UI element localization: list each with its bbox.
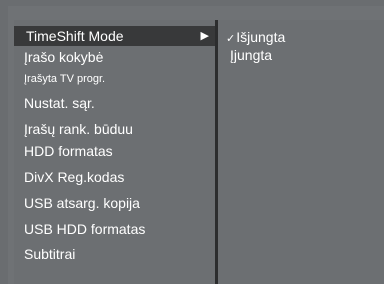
menu-item-hdd-format[interactable]: HDD formatas [24, 140, 215, 162]
submenu-option-on[interactable]: Įjungta [230, 46, 272, 64]
menu-item-usb-hdd-format[interactable]: USB HDD formatas [24, 218, 215, 240]
submenu-option-label: Įjungta [230, 47, 273, 63]
arrow-right-icon: ▶ [200, 30, 209, 42]
menu-item-subtitles[interactable]: Subtitrai [24, 243, 215, 265]
submenu-option-label: Išjungta [236, 29, 286, 45]
submenu-option-off[interactable]: ✓Išjungta [226, 28, 285, 48]
menu-item-divx-reg[interactable]: DivX Reg.kodas [24, 166, 215, 188]
checkmark-icon: ✓ [226, 33, 236, 45]
menu-item-manual-record[interactable]: Įrašų rank. būduu [24, 118, 215, 140]
menu-item-recorded-tv[interactable]: Įrašyta TV progr. [24, 68, 215, 90]
menu-item-channel-list[interactable]: Nustat. sąr. [24, 92, 215, 114]
menu-item-usb-backup[interactable]: USB atsarg. kopija [24, 192, 215, 214]
menu-item-label: TimeShift Mode [26, 28, 124, 44]
menu-item-timeshift-mode[interactable]: TimeShift Mode ▶ [14, 26, 215, 46]
menu-item-record-quality[interactable]: Įrašo kokybė [24, 46, 215, 68]
